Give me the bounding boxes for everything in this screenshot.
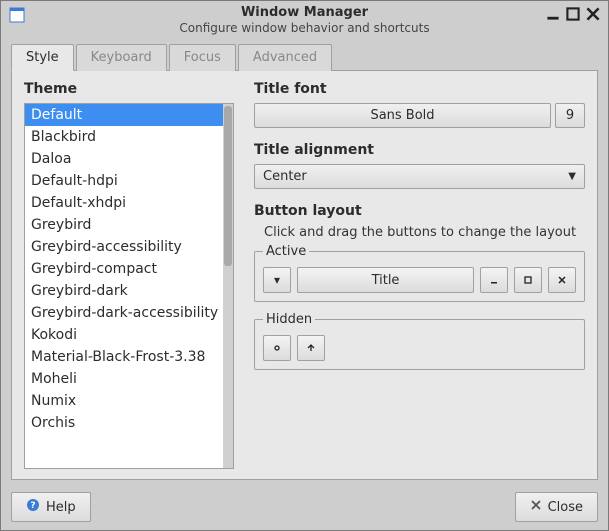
tab-focus[interactable]: Focus [169, 44, 236, 71]
shade-layout-button[interactable] [263, 335, 291, 361]
window-manager-dialog: Window Manager Configure window behavior… [0, 0, 609, 531]
title-font-size-button[interactable]: 9 [555, 103, 585, 128]
theme-list-container: DefaultBlackbirdDaloaDefault-hdpiDefault… [24, 103, 234, 469]
button-layout-label: Button layout [254, 203, 585, 219]
theme-item[interactable]: Greybird-dark-accessibility [25, 302, 223, 324]
theme-item[interactable]: Orchis [25, 412, 223, 434]
theme-scrollbar[interactable] [223, 104, 233, 468]
theme-item[interactable]: Greybird-accessibility [25, 236, 223, 258]
dialog-footer: ? Help Close [1, 486, 608, 530]
active-buttons-group: Active ▾ Title [254, 244, 585, 302]
theme-item[interactable]: Numix [25, 390, 223, 412]
button-layout-hint: Click and drag the buttons to change the… [254, 225, 585, 240]
style-panel: Theme DefaultBlackbirdDaloaDefault-hdpiD… [11, 70, 598, 480]
title-bar-label-button[interactable]: Title [297, 267, 474, 293]
close-label: Close [548, 500, 583, 515]
minimize-button[interactable] [546, 7, 560, 21]
theme-item[interactable]: Greybird-dark [25, 280, 223, 302]
window-title: Window Manager [241, 5, 368, 20]
app-icon [9, 7, 25, 23]
tab-advanced[interactable]: Advanced [238, 44, 332, 71]
close-layout-button[interactable] [548, 267, 576, 293]
theme-list[interactable]: DefaultBlackbirdDaloaDefault-hdpiDefault… [25, 104, 223, 468]
theme-item[interactable]: Default-hdpi [25, 170, 223, 192]
theme-item[interactable]: Material-Black-Frost-3.38 [25, 346, 223, 368]
theme-item[interactable]: Moheli [25, 368, 223, 390]
hidden-buttons-group: Hidden [254, 312, 585, 370]
help-icon: ? [26, 498, 40, 516]
titlebar: Window Manager Configure window behavior… [1, 1, 608, 37]
window-subtitle: Configure window behavior and shortcuts [179, 21, 429, 35]
theme-item[interactable]: Default [25, 104, 223, 126]
title-alignment-combo[interactable]: Center ▼ [254, 164, 585, 189]
svg-text:?: ? [30, 501, 35, 511]
tab-bar: Style Keyboard Focus Advanced [11, 44, 598, 71]
hidden-legend: Hidden [263, 312, 315, 327]
maximize-button[interactable] [566, 7, 580, 21]
close-button[interactable]: Close [515, 492, 598, 522]
theme-item[interactable]: Blackbird [25, 126, 223, 148]
title-alignment-value: Center [263, 169, 307, 184]
title-font-button[interactable]: Sans Bold [254, 103, 551, 128]
theme-item[interactable]: Default-xhdpi [25, 192, 223, 214]
theme-item[interactable]: Kokodi [25, 324, 223, 346]
tab-keyboard[interactable]: Keyboard [76, 44, 167, 71]
theme-label: Theme [24, 81, 234, 97]
theme-item[interactable]: Daloa [25, 148, 223, 170]
theme-item[interactable]: Greybird-compact [25, 258, 223, 280]
active-legend: Active [263, 244, 309, 259]
stick-layout-button[interactable] [297, 335, 325, 361]
tab-style[interactable]: Style [11, 44, 74, 71]
help-button[interactable]: ? Help [11, 492, 91, 522]
close-icon [530, 499, 542, 515]
title-alignment-label: Title alignment [254, 142, 585, 158]
chevron-down-icon: ▼ [568, 171, 576, 182]
theme-item[interactable]: Greybird [25, 214, 223, 236]
title-font-label: Title font [254, 81, 585, 97]
minimize-layout-button[interactable] [480, 267, 508, 293]
close-window-button[interactable] [586, 7, 600, 21]
help-label: Help [46, 500, 76, 515]
menu-button-icon[interactable]: ▾ [263, 267, 291, 293]
theme-scrollbar-thumb[interactable] [224, 106, 232, 266]
maximize-layout-button[interactable] [514, 267, 542, 293]
